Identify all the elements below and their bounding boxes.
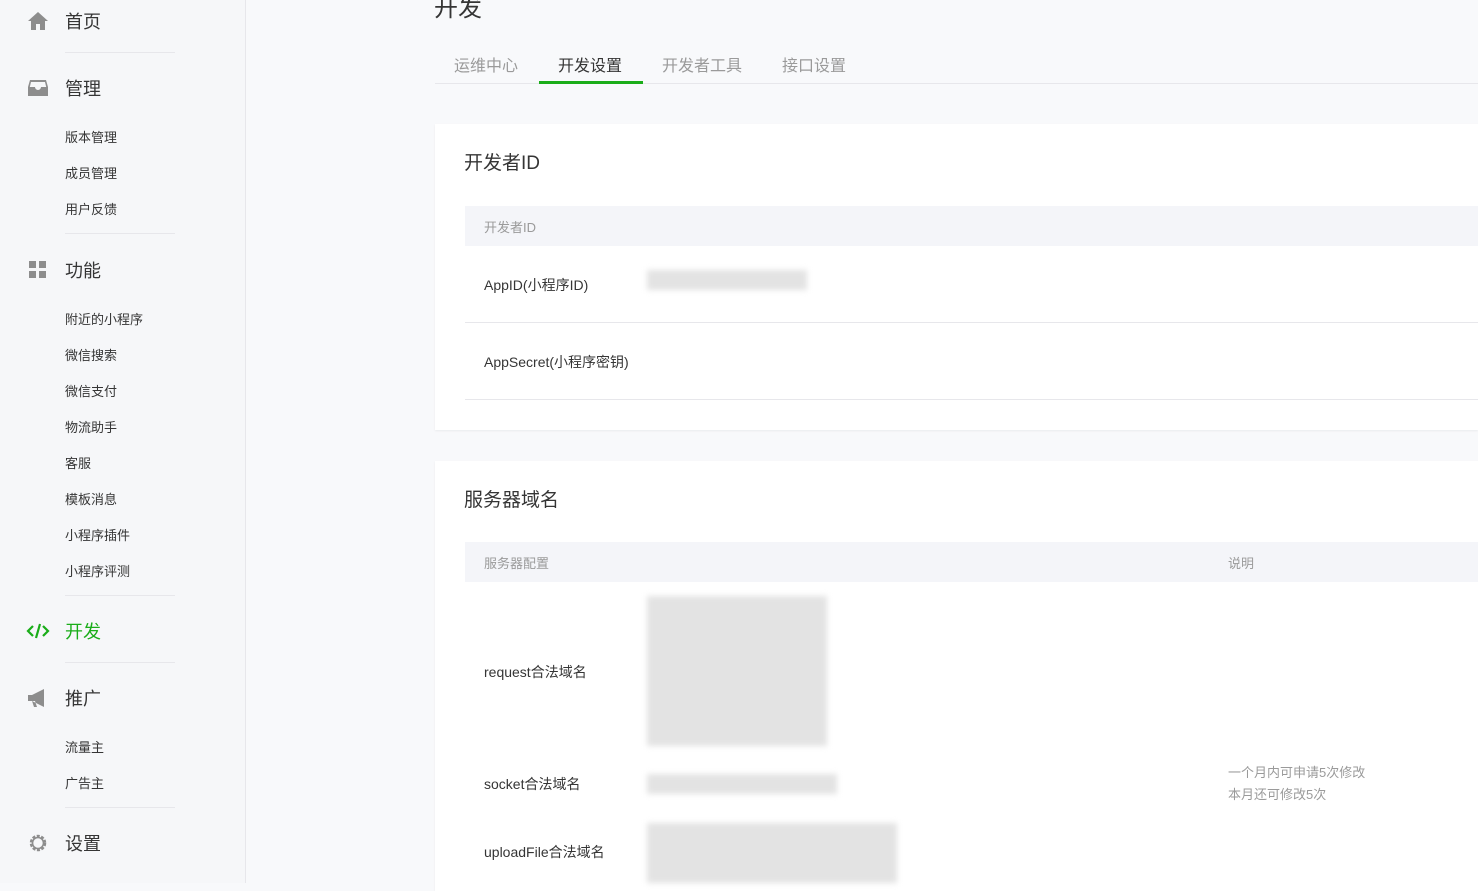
- section-title: 服务器域名: [464, 490, 560, 511]
- nav-plugins[interactable]: 小程序插件: [65, 525, 130, 544]
- note-line: 一个月内可申请5次修改: [1228, 765, 1366, 780]
- nav-features-label: 功能: [65, 261, 101, 281]
- nav-advertiser[interactable]: 广告主: [65, 773, 104, 792]
- tab-dev-tools[interactable]: 开发者工具: [662, 52, 742, 76]
- nav-user-feedback[interactable]: 用户反馈: [65, 199, 117, 218]
- tab-dev-settings[interactable]: 开发设置: [558, 52, 622, 76]
- code-icon: [26, 619, 50, 643]
- active-tab-indicator: [539, 81, 643, 84]
- server-domain-card: 服务器域名 服务器配置 说明 request合法域名 socket合法域名 一个…: [435, 461, 1478, 891]
- tab-operations[interactable]: 运维中心: [454, 52, 518, 76]
- row-divider: [465, 322, 1478, 323]
- nav-develop-label: 开发: [65, 622, 101, 642]
- gear-icon: [26, 831, 50, 855]
- nav-settings[interactable]: 设置: [26, 830, 101, 856]
- nav-member-manage[interactable]: 成员管理: [65, 163, 117, 182]
- nav-logistics[interactable]: 物流助手: [65, 417, 117, 436]
- nav-promote-label: 推广: [65, 689, 101, 709]
- socket-domain-label: socket合法域名: [484, 776, 581, 792]
- nav-develop[interactable]: 开发: [26, 618, 101, 644]
- socket-domain-redacted: [647, 774, 837, 794]
- nav-evaluation[interactable]: 小程序评测: [65, 561, 130, 580]
- nav-wechat-search[interactable]: 微信搜索: [65, 345, 117, 364]
- section-title: 开发者ID: [464, 153, 541, 174]
- nav-version-manage[interactable]: 版本管理: [65, 127, 117, 146]
- request-domain-label: request合法域名: [484, 664, 587, 680]
- table-header: 开发者ID: [465, 206, 1478, 246]
- sidebar: 首页 管理 版本管理 成员管理 用户反馈 功能 附近的小程序 微信搜索 微信支付…: [0, 0, 246, 883]
- nav-manage[interactable]: 管理: [26, 75, 101, 101]
- nav-features[interactable]: 功能: [26, 257, 101, 283]
- header-cell: 开发者ID: [484, 220, 537, 235]
- row-divider: [465, 399, 1478, 400]
- divider: [65, 52, 175, 53]
- tab-api-settings[interactable]: 接口设置: [782, 52, 846, 76]
- divider: [65, 595, 175, 596]
- header-server-config: 服务器配置: [484, 556, 550, 571]
- note-line: 本月还可修改5次: [1228, 787, 1327, 802]
- nav-nearby[interactable]: 附近的小程序: [65, 309, 143, 328]
- nav-promote[interactable]: 推广: [26, 685, 101, 711]
- header-description: 说明: [1228, 556, 1255, 571]
- uploadfile-domain-label: uploadFile合法域名: [484, 844, 605, 860]
- nav-wechat-pay[interactable]: 微信支付: [65, 381, 117, 400]
- nav-template-message[interactable]: 模板消息: [65, 489, 117, 508]
- home-icon: [26, 9, 50, 33]
- divider: [65, 807, 175, 808]
- nav-manage-label: 管理: [65, 79, 101, 99]
- table-header: 服务器配置 说明: [465, 542, 1478, 582]
- grid-icon: [26, 258, 50, 282]
- divider: [65, 662, 175, 663]
- nav-home[interactable]: 首页: [26, 8, 101, 34]
- divider: [65, 233, 175, 234]
- page-title: 开发: [434, 0, 482, 22]
- appid-value-redacted: [647, 270, 807, 290]
- appsecret-label: AppSecret(小程序密钥): [484, 354, 629, 370]
- inbox-icon: [26, 76, 50, 100]
- nav-settings-label: 设置: [65, 834, 101, 854]
- developer-id-card: 开发者ID 开发者ID AppID(小程序ID) AppSecret(小程序密钥…: [435, 124, 1478, 430]
- modify-note: 一个月内可申请5次修改 本月还可修改5次: [1228, 762, 1365, 806]
- uploadfile-domains-redacted: [647, 823, 897, 883]
- megaphone-icon: [26, 686, 50, 710]
- appid-label: AppID(小程序ID): [484, 277, 589, 293]
- request-domains-redacted: [647, 596, 827, 746]
- tab-bar: 运维中心 开发设置 开发者工具 接口设置: [435, 42, 1478, 84]
- nav-customer-service[interactable]: 客服: [65, 453, 91, 472]
- nav-home-label: 首页: [65, 12, 101, 32]
- nav-traffic-owner[interactable]: 流量主: [65, 737, 104, 756]
